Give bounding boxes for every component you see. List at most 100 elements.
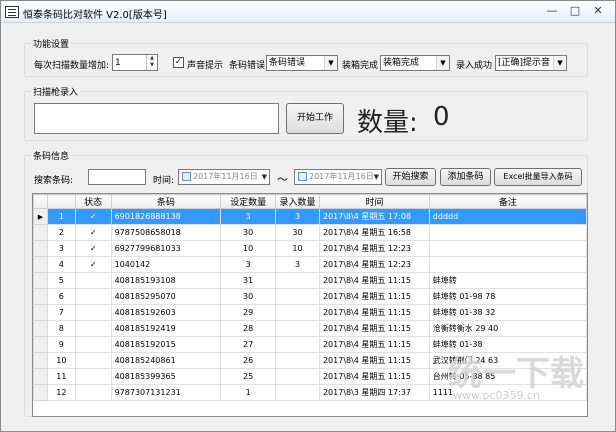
remark-cell[interactable] xyxy=(428,240,587,257)
start-search-button[interactable]: 开始搜索 xyxy=(385,168,436,186)
barcode-cell[interactable]: 408185193108 xyxy=(110,272,222,289)
time-cell[interactable]: 2017\8\4 星期五 11:15 xyxy=(318,368,430,385)
maximize-icon[interactable]: □ xyxy=(564,4,586,19)
barcode-cell[interactable]: 9787307131231 xyxy=(110,384,222,401)
column-header[interactable]: 备注 xyxy=(428,194,587,209)
column-header[interactable]: 录入数量 xyxy=(275,194,320,209)
date-to-picker[interactable]: 2017年11月16日 ▼ xyxy=(294,169,382,185)
title-bar[interactable]: 恒泰条码比对软件 V2.0[版本号] — □ ✕ xyxy=(1,1,615,23)
entered-qty-cell[interactable] xyxy=(275,368,320,385)
time-cell[interactable]: 2017\8\4 星期五 11:15 xyxy=(318,352,430,369)
row-selector[interactable] xyxy=(33,224,48,241)
time-cell[interactable]: 2017\8\4 星期五 11:15 xyxy=(318,288,430,305)
row-selector[interactable] xyxy=(33,288,48,305)
set-qty-cell[interactable]: 31 xyxy=(220,272,277,289)
column-header[interactable]: 条码 xyxy=(110,194,222,209)
time-cell[interactable]: 2017\8\4 星期五 11:15 xyxy=(318,320,430,337)
chevron-down-icon[interactable]: ▼ xyxy=(374,170,379,184)
row-selector[interactable] xyxy=(33,256,48,273)
table-row[interactable]: ▶ 1 ✓ 6901826888138 3 3 2017\8\4 星期五 17:08 dddd… xyxy=(33,208,587,225)
time-cell[interactable]: 2017\8\4 星期五 11:15 xyxy=(318,304,430,321)
remark-cell[interactable] xyxy=(428,256,587,273)
barcode-cell[interactable]: 1040142 xyxy=(110,256,222,273)
row-selector[interactable] xyxy=(33,368,48,385)
table-row[interactable]: 8 408185192419 28 2017\8\4 星期五 11:15 沧衡转衡水 2… xyxy=(33,320,587,337)
set-qty-cell[interactable]: 10 xyxy=(220,240,277,257)
status-cell[interactable] xyxy=(74,368,112,385)
time-cell[interactable]: 2017\8\4 星期五 12:23 xyxy=(318,240,430,257)
barcode-cell[interactable]: 408185240861 xyxy=(110,352,222,369)
table-row[interactable]: 7 408185192603 29 2017\8\4 星期五 11:15 蚌埠转 01-… xyxy=(33,304,587,321)
row-selector[interactable] xyxy=(33,336,48,353)
row-selector[interactable]: ▶ xyxy=(33,208,48,225)
table-row[interactable]: 5 408185193108 31 2017\8\4 星期五 11:15 蚌埠转 xyxy=(33,272,587,289)
stepper-up-icon[interactable]: ▲ xyxy=(147,55,157,62)
scanner-input[interactable] xyxy=(34,103,279,134)
excel-import-button[interactable]: Excel批量导入条码 xyxy=(494,168,582,186)
set-qty-cell[interactable]: 30 xyxy=(220,288,277,305)
date-from-picker[interactable]: 2017年11月16日 ▼ xyxy=(178,169,270,185)
set-qty-cell[interactable]: 27 xyxy=(220,336,277,353)
row-selector[interactable] xyxy=(33,240,48,257)
start-work-button[interactable]: 开始工作 xyxy=(286,103,344,134)
row-selector[interactable] xyxy=(33,384,48,401)
set-qty-cell[interactable]: 3 xyxy=(220,256,277,273)
entered-qty-cell[interactable] xyxy=(275,336,320,353)
set-qty-cell[interactable]: 26 xyxy=(220,352,277,369)
column-header[interactable]: 状态 xyxy=(74,194,112,209)
time-cell[interactable]: 2017\8\4 星期五 11:15 xyxy=(318,272,430,289)
barcode-cell[interactable]: 408185192603 xyxy=(110,304,222,321)
entered-qty-cell[interactable]: 30 xyxy=(275,224,320,241)
scan-increment-stepper[interactable]: ▲ ▼ xyxy=(112,54,158,71)
status-cell[interactable] xyxy=(74,288,112,305)
remark-cell[interactable]: 沧衡转衡水 29 40 xyxy=(428,320,587,337)
chevron-down-icon[interactable]: ▼ xyxy=(553,56,566,70)
stepper-buttons[interactable]: ▲ ▼ xyxy=(146,55,157,70)
status-cell[interactable]: ✓ xyxy=(74,224,112,241)
status-cell[interactable] xyxy=(74,304,112,321)
sound-checkbox[interactable]: ✓ xyxy=(173,57,184,68)
status-cell[interactable] xyxy=(74,352,112,369)
entered-qty-cell[interactable] xyxy=(275,384,320,401)
set-qty-cell[interactable]: 25 xyxy=(220,368,277,385)
barcode-error-select[interactable]: 条码错误 ▼ xyxy=(266,55,338,71)
set-qty-cell[interactable]: 1 xyxy=(220,384,277,401)
table-row[interactable]: 6 408185295070 30 2017\8\4 星期五 11:15 蚌埠转 01-… xyxy=(33,288,587,305)
remark-cell[interactable] xyxy=(428,224,587,241)
entered-qty-cell[interactable] xyxy=(275,320,320,337)
entered-qty-cell[interactable] xyxy=(275,352,320,369)
row-selector[interactable] xyxy=(33,272,48,289)
entered-qty-cell[interactable]: 10 xyxy=(275,240,320,257)
chevron-down-icon[interactable]: ▼ xyxy=(262,170,267,184)
minimize-icon[interactable]: — xyxy=(541,4,563,19)
status-cell[interactable]: ✓ xyxy=(74,208,112,225)
column-header[interactable]: 设定数量 xyxy=(220,194,277,209)
barcode-cell[interactable]: 6927799681033 xyxy=(110,240,222,257)
remark-cell[interactable]: 蚌埠转 xyxy=(428,272,587,289)
status-cell[interactable] xyxy=(74,272,112,289)
time-cell[interactable]: 2017\8\4 星期五 11:15 xyxy=(318,336,430,353)
scan-increment-input[interactable] xyxy=(113,55,143,70)
remark-cell[interactable]: ddddd xyxy=(428,208,587,225)
entered-qty-cell[interactable] xyxy=(275,304,320,321)
remark-cell[interactable]: 蚌埠转 01-98 78 xyxy=(428,288,587,305)
time-cell[interactable]: 2017\8\4 星期五 12:23 xyxy=(318,256,430,273)
status-cell[interactable]: ✓ xyxy=(74,240,112,257)
barcode-cell[interactable]: 408185192015 xyxy=(110,336,222,353)
column-header[interactable]: 时间 xyxy=(318,194,430,209)
row-selector[interactable] xyxy=(33,304,48,321)
status-cell[interactable] xyxy=(74,320,112,337)
entered-qty-cell[interactable]: 3 xyxy=(275,256,320,273)
table-row[interactable]: 3 ✓ 6927799681033 10 10 2017\8\4 星期五 12:23 xyxy=(33,240,587,257)
barcode-cell[interactable]: 6901826888138 xyxy=(110,208,222,225)
remark-cell[interactable]: 蚌埠转 01-38 32 xyxy=(428,304,587,321)
close-icon[interactable]: ✕ xyxy=(587,4,609,19)
chevron-down-icon[interactable]: ▼ xyxy=(436,56,449,70)
entry-success-select[interactable]: [正确]提示音 ▼ xyxy=(495,55,567,71)
status-cell[interactable]: ✓ xyxy=(74,256,112,273)
barcode-cell[interactable]: 9787508658018 xyxy=(110,224,222,241)
set-qty-cell[interactable]: 29 xyxy=(220,304,277,321)
barcode-cell[interactable]: 408185399365 xyxy=(110,368,222,385)
status-cell[interactable] xyxy=(74,384,112,401)
row-selector[interactable] xyxy=(33,320,48,337)
